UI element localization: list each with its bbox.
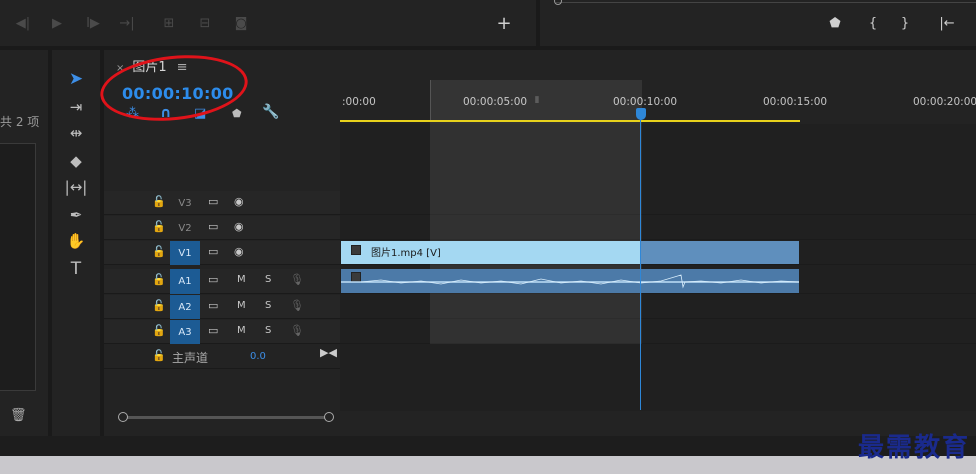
add-icon[interactable]: +: [495, 13, 513, 34]
track-header-v2: 🔓 V2 ▭ ◉: [104, 216, 340, 240]
slip-icon[interactable]: |↔|: [64, 176, 88, 198]
work-area-bar[interactable]: [340, 120, 800, 122]
lock-icon[interactable]: 🔓: [152, 299, 166, 312]
go-to-in-icon[interactable]: |←: [938, 14, 956, 32]
project-item-count: 共 2 项: [0, 115, 40, 129]
lift-icon[interactable]: ⊞: [160, 14, 178, 32]
video-clip-name: 图片1.mp4 [V]: [371, 248, 441, 259]
scrub-handle[interactable]: [554, 0, 562, 5]
wrench-icon[interactable]: 🔧: [262, 104, 279, 120]
mic-icon[interactable]: 🎙: [290, 273, 304, 286]
step-back-icon[interactable]: ▶: [48, 14, 66, 32]
type-icon[interactable]: T: [64, 258, 88, 280]
ripple-edit-icon[interactable]: ⇹: [64, 122, 88, 144]
hand-icon[interactable]: ✋: [64, 230, 88, 252]
scroll-handle-left[interactable]: [118, 412, 128, 422]
tools-panel: ➤ ⇥ ⇹ ◆ |↔| ✒ ✋ T: [52, 50, 100, 436]
ruler-tick-label: :00:00: [342, 96, 376, 108]
track-select-icon[interactable]: ⇥: [64, 96, 88, 118]
selection-tool-icon[interactable]: ➤: [64, 68, 88, 90]
marker-icon[interactable]: ⬟: [826, 14, 844, 32]
track-header-a3: 🔓 A3 ▭ M S 🎙: [104, 320, 340, 344]
track-header-v3: 🔓 V3 ▭ ◉: [104, 191, 340, 215]
solo-button[interactable]: S: [265, 274, 271, 285]
go-to-out-icon[interactable]: →|: [118, 14, 136, 32]
master-track-label: 主声道: [172, 351, 209, 365]
eye-icon[interactable]: ◉: [234, 195, 244, 208]
fx-badge-icon: [351, 245, 361, 255]
extract-icon[interactable]: ⊟: [196, 14, 214, 32]
playhead-line[interactable]: [640, 110, 641, 410]
lock-icon[interactable]: 🔓: [152, 273, 166, 286]
mark-out-bracket-icon[interactable]: }: [896, 14, 914, 32]
mic-icon[interactable]: 🎙: [290, 299, 304, 312]
scroll-handle-right[interactable]: [324, 412, 334, 422]
sync-lock-icon[interactable]: ▭: [208, 299, 218, 312]
video-clip-tail[interactable]: [641, 241, 799, 264]
step-forward-icon[interactable]: I▶: [84, 14, 102, 32]
add-marker-icon[interactable]: ⬟: [232, 107, 242, 120]
watermark-text: 最需教育: [857, 433, 970, 463]
track-label[interactable]: V1: [170, 241, 200, 265]
lock-icon[interactable]: 🔓: [152, 349, 166, 362]
track-label[interactable]: V2: [170, 216, 200, 240]
eye-icon[interactable]: ◉: [234, 220, 244, 233]
desktop-strip: [0, 456, 976, 474]
master-volume-value[interactable]: 0.0: [250, 351, 266, 362]
timeline-zoom-scrollbar[interactable]: [118, 412, 334, 422]
playhead-handle[interactable]: [636, 108, 646, 120]
premiere-window: { "project_panel": { "item_count": "共 2 …: [0, 0, 976, 474]
project-bin-list[interactable]: [0, 143, 36, 391]
track-label[interactable]: A1: [170, 269, 200, 294]
razor-icon[interactable]: ◆: [64, 150, 88, 172]
status-strip: [0, 436, 976, 456]
lock-icon[interactable]: 🔓: [152, 245, 166, 258]
track-label[interactable]: A2: [170, 295, 200, 319]
export-frame-icon[interactable]: ◙: [232, 14, 250, 32]
lock-icon[interactable]: 🔓: [152, 220, 166, 233]
sync-lock-icon[interactable]: ▭: [208, 220, 218, 233]
trash-icon[interactable]: 🗑: [10, 408, 27, 423]
track-header-a1: 🔓 A1 ▭ M S 🎙: [104, 269, 340, 294]
solo-button[interactable]: S: [265, 325, 271, 336]
solo-button[interactable]: S: [265, 300, 271, 311]
lock-icon[interactable]: 🔓: [152, 195, 166, 208]
mini-scrub-bar[interactable]: [556, 2, 976, 3]
eye-icon[interactable]: ◉: [234, 245, 244, 258]
mute-button[interactable]: M: [237, 300, 246, 311]
scrollbar-track[interactable]: [122, 416, 330, 419]
sync-lock-icon[interactable]: ▭: [208, 245, 218, 258]
mute-button[interactable]: M: [237, 274, 246, 285]
range-grip-icon[interactable]: ⦀: [535, 96, 539, 106]
ruler-tick-label: 00:00:15:00: [763, 96, 828, 108]
sync-lock-icon[interactable]: ▭: [208, 273, 218, 286]
mute-button[interactable]: M: [237, 325, 246, 336]
program-monitor-controls: ◀| ▶ I▶ →| ⊞ ⊟ ◙ +: [0, 0, 536, 46]
track-label[interactable]: V3: [170, 191, 200, 215]
audio-clip[interactable]: [341, 269, 799, 293]
pen-icon[interactable]: ✒: [64, 204, 88, 226]
track-header-v1: 🔓 V1 ▭ ◉: [104, 241, 340, 265]
mic-icon[interactable]: 🎙: [290, 324, 304, 337]
lock-icon[interactable]: 🔓: [152, 324, 166, 337]
sync-lock-icon[interactable]: ▭: [208, 195, 218, 208]
mark-in-bracket-icon[interactable]: {: [864, 14, 882, 32]
mark-in-icon[interactable]: ◀|: [14, 14, 32, 32]
track-label[interactable]: A3: [170, 320, 200, 344]
in-point-marker: [430, 80, 431, 120]
track-header-master: 🔓 主声道 0.0 ▶◀: [104, 345, 340, 369]
source-monitor-controls: ⬟ { } |←: [540, 0, 976, 46]
ruler-tick-label: 00:00:20:00: [913, 96, 976, 108]
sync-lock-icon[interactable]: ▭: [208, 324, 218, 337]
master-end-icon[interactable]: ▶◀: [320, 346, 337, 359]
audio-waveform: [341, 274, 799, 289]
track-header-a2: 🔓 A2 ▭ M S 🎙: [104, 295, 340, 319]
